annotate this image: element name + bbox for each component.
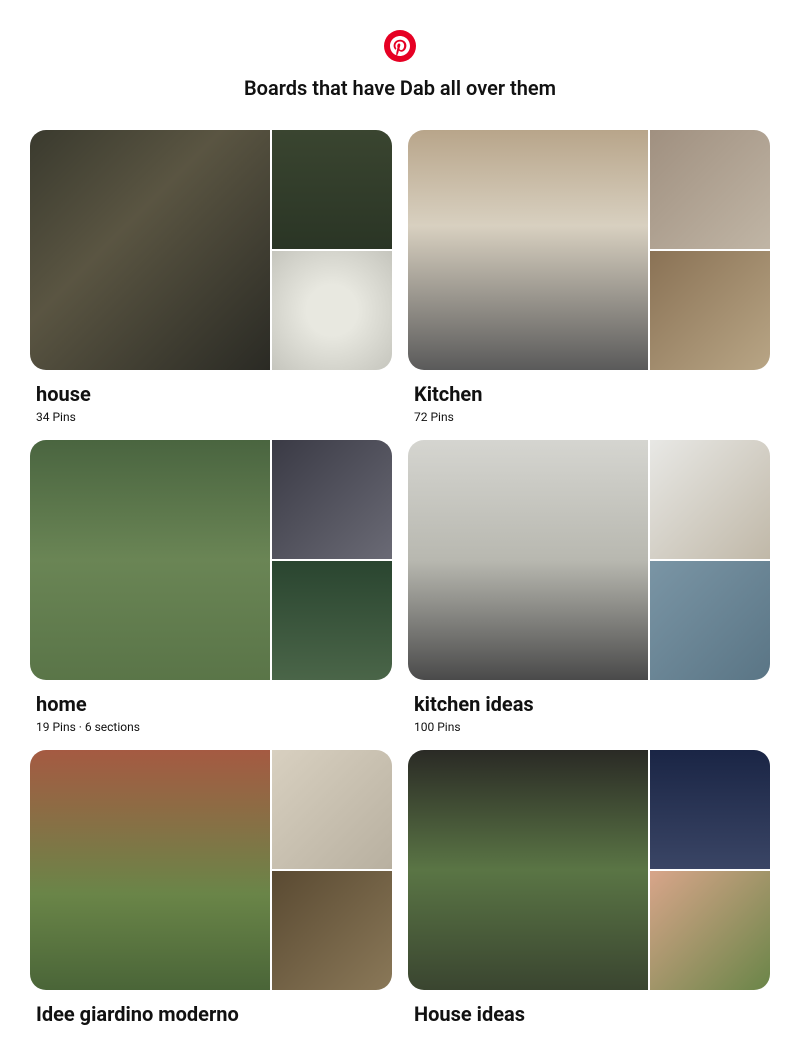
- board-meta: 100 Pins: [414, 720, 764, 734]
- board-info: Kitchen 72 Pins: [408, 370, 770, 424]
- board-name: Idee giardino moderno: [36, 1002, 386, 1026]
- board-images: [408, 750, 770, 990]
- board-meta: 72 Pins: [414, 410, 764, 424]
- board-card-house[interactable]: house 34 Pins: [30, 130, 392, 424]
- board-info: Idee giardino moderno: [30, 990, 392, 1030]
- board-images: [30, 440, 392, 680]
- board-images: [30, 750, 392, 990]
- board-name: Kitchen: [414, 382, 764, 406]
- board-meta: 34 Pins: [36, 410, 386, 424]
- board-meta: 19 Pins · 6 sections: [36, 720, 386, 734]
- board-image-main: [30, 750, 270, 990]
- boards-grid: house 34 Pins Kitchen 72 Pins home 19 Pi…: [0, 120, 800, 1040]
- board-card-kitchen[interactable]: Kitchen 72 Pins: [408, 130, 770, 424]
- board-image-side-1: [650, 130, 770, 249]
- board-images: [408, 440, 770, 680]
- board-images: [408, 130, 770, 370]
- board-name: kitchen ideas: [414, 692, 764, 716]
- board-image-side-2: [650, 561, 770, 680]
- board-image-side-2: [650, 871, 770, 990]
- board-card-garden[interactable]: Idee giardino moderno: [30, 750, 392, 1030]
- board-name: House ideas: [414, 1002, 764, 1026]
- board-images: [30, 130, 392, 370]
- board-image-side-2: [272, 561, 392, 680]
- pinterest-icon: [390, 36, 410, 56]
- board-info: home 19 Pins · 6 sections: [30, 680, 392, 734]
- board-image-main: [408, 130, 648, 370]
- board-image-main: [30, 130, 270, 370]
- board-image-main: [408, 440, 648, 680]
- board-image-main: [408, 750, 648, 990]
- page-title: Boards that have Dab all over them: [244, 76, 556, 100]
- board-image-main: [30, 440, 270, 680]
- board-info: house 34 Pins: [30, 370, 392, 424]
- board-name: house: [36, 382, 386, 406]
- board-image-side-1: [272, 440, 392, 559]
- board-image-side-2: [650, 251, 770, 370]
- board-card-home[interactable]: home 19 Pins · 6 sections: [30, 440, 392, 734]
- board-image-side-2: [272, 871, 392, 990]
- board-info: kitchen ideas 100 Pins: [408, 680, 770, 734]
- board-name: home: [36, 692, 386, 716]
- header: Boards that have Dab all over them: [0, 0, 800, 120]
- pinterest-logo-icon[interactable]: [384, 30, 416, 62]
- board-info: House ideas: [408, 990, 770, 1030]
- board-card-house-ideas[interactable]: House ideas: [408, 750, 770, 1030]
- board-image-side-1: [650, 750, 770, 869]
- board-image-side-2: [272, 251, 392, 370]
- board-image-side-1: [650, 440, 770, 559]
- board-card-kitchen-ideas[interactable]: kitchen ideas 100 Pins: [408, 440, 770, 734]
- board-image-side-1: [272, 130, 392, 249]
- board-image-side-1: [272, 750, 392, 869]
